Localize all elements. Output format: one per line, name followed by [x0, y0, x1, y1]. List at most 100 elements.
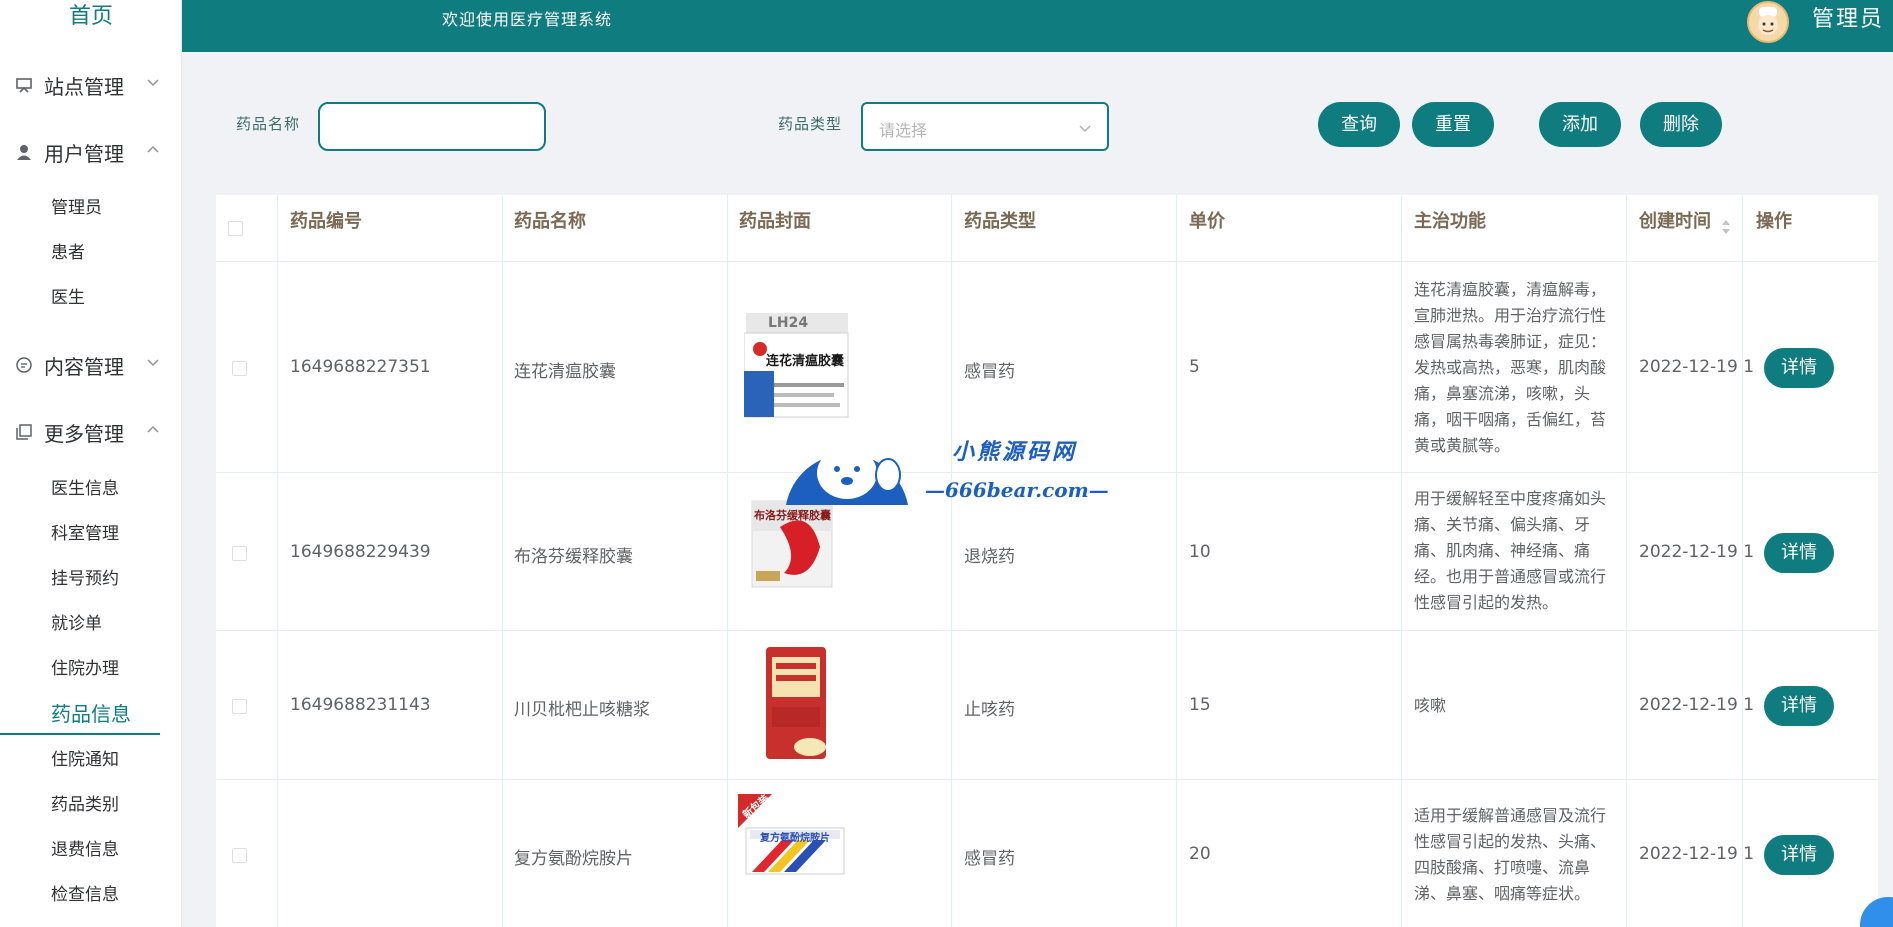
column-divider: [727, 195, 728, 927]
drug-cover-image: LH24 连花清瘟胶囊: [743, 313, 850, 419]
drug-id: 1649688231143: [290, 695, 431, 715]
message-icon: [14, 355, 34, 375]
chevron-down-icon: [147, 359, 159, 367]
created-time: 2022-12-19 1: [1639, 844, 1755, 864]
detail-button[interactable]: 详情: [1764, 348, 1834, 388]
drug-name: 复方氨酚烷胺片: [514, 849, 633, 869]
drug-type: 感冒药: [964, 849, 1015, 869]
row-divider: [216, 472, 1878, 473]
sidebar-home[interactable]: 首页: [0, 0, 182, 40]
chevron-up-icon: [147, 145, 159, 153]
sidebar-item-examination[interactable]: 检查信息: [0, 873, 182, 917]
row-checkbox[interactable]: [232, 546, 247, 561]
sidebar-group-content[interactable]: 内容管理: [0, 337, 182, 393]
column-header-type: 药品类型: [964, 211, 1036, 232]
drug-cover-image: 布洛芬缓释胶囊: [750, 497, 836, 589]
header-divider: [216, 261, 1878, 262]
drug-price: 10: [1189, 542, 1211, 562]
sidebar-item-refund[interactable]: 退费信息: [0, 828, 182, 872]
sidebar: 首页 站点管理 用户管理 管理员 患者 医生 内容管理 更多管理 医生信息 科室…: [0, 0, 182, 927]
delete-button[interactable]: 删除: [1640, 102, 1722, 147]
sidebar-item-drug-info[interactable]: 药品信息: [0, 692, 182, 736]
column-divider: [502, 195, 503, 927]
bear-logo-icon: [786, 437, 908, 505]
sidebar-item-doctor-info[interactable]: 医生信息: [0, 467, 182, 511]
chef-avatar-icon[interactable]: [1747, 1, 1789, 43]
sidebar-item-hospitalization[interactable]: 住院办理: [0, 647, 182, 691]
column-header-function: 主治功能: [1414, 211, 1486, 232]
sidebar-group-label: 更多管理: [44, 421, 124, 446]
add-button[interactable]: 添加: [1539, 102, 1621, 147]
drug-id: 1649688227351: [290, 357, 431, 377]
row-checkbox[interactable]: [232, 361, 247, 376]
detail-button[interactable]: 详情: [1764, 835, 1834, 875]
sidebar-item-appointment[interactable]: 挂号预约: [0, 557, 182, 601]
row-divider: [216, 630, 1878, 631]
sidebar-item-doctor[interactable]: 医生: [0, 276, 182, 320]
drug-id: 1649688229439: [290, 542, 431, 562]
user-name[interactable]: 管理员: [1812, 2, 1884, 38]
column-divider: [1176, 195, 1177, 927]
chevron-up-icon: [147, 425, 159, 433]
reset-button[interactable]: 重置: [1412, 102, 1494, 147]
sort-icon[interactable]: [1721, 218, 1731, 236]
query-button[interactable]: 查询: [1318, 102, 1400, 147]
drug-type: 退烧药: [964, 547, 1015, 567]
sidebar-group-user[interactable]: 用户管理: [0, 124, 182, 180]
drug-type-select[interactable]: 请选择: [861, 102, 1109, 151]
drug-cover-image: [758, 647, 834, 759]
column-divider: [1626, 195, 1627, 927]
column-divider: [277, 195, 278, 927]
chevron-down-icon: [147, 79, 159, 87]
sidebar-group-more[interactable]: 更多管理: [0, 404, 182, 460]
watermark-url: —666bear.com—: [925, 478, 1109, 502]
drug-function: 用于缓解轻至中度疼痛如头痛、关节痛、偏头痛、牙痛、肌肉痛、神经痛、痛经。也用于普…: [1414, 489, 1607, 612]
sidebar-item-hospital-notice[interactable]: 住院通知: [0, 738, 182, 782]
drug-name-input[interactable]: [318, 102, 546, 151]
drug-name: 川贝枇杷止咳糖浆: [514, 700, 650, 720]
drug-price: 15: [1189, 695, 1211, 715]
drug-function: 咳嗽: [1414, 696, 1447, 715]
column-divider: [951, 195, 952, 927]
sidebar-item-visit-record[interactable]: 就诊单: [0, 602, 182, 646]
sidebar-group-label: 内容管理: [44, 354, 124, 379]
drug-price: 20: [1189, 844, 1211, 864]
active-indicator: [0, 733, 160, 735]
sidebar-item-drug-category[interactable]: 药品类别: [0, 783, 182, 827]
watermark-title: 小熊源码网: [952, 439, 1078, 465]
chevron-down-icon: [1079, 125, 1091, 133]
drug-price: 5: [1189, 357, 1200, 377]
monitor-icon: [14, 75, 34, 95]
sidebar-group-label: 站点管理: [44, 74, 124, 99]
cover-text: 布洛芬缓释胶囊: [754, 509, 831, 522]
select-all-checkbox[interactable]: [228, 221, 243, 236]
drug-name: 布洛芬缓释胶囊: [514, 547, 633, 567]
row-checkbox[interactable]: [232, 699, 247, 714]
drug-type: 止咳药: [964, 700, 1015, 720]
drug-function: 适用于缓解普通感冒及流行性感冒引起的发热、头痛、四肢酸痛、打喷嚏、流鼻涕、鼻塞、…: [1414, 806, 1607, 903]
drug-type: 感冒药: [964, 362, 1015, 382]
drug-name: 连花清瘟胶囊: [514, 362, 616, 382]
created-time: 2022-12-19 1: [1639, 542, 1755, 562]
column-header-created[interactable]: 创建时间: [1639, 207, 1711, 233]
sidebar-item-department[interactable]: 科室管理: [0, 512, 182, 556]
column-header-name: 药品名称: [514, 211, 586, 232]
select-placeholder: 请选择: [879, 121, 928, 140]
drug-name-label: 药品名称: [236, 115, 301, 133]
sidebar-item-admin[interactable]: 管理员: [0, 186, 182, 230]
user-icon: [14, 142, 34, 162]
cover-top-text: LH24: [768, 315, 809, 331]
cover-text: 复方氨酚烷胺片: [760, 833, 830, 844]
detail-button[interactable]: 详情: [1764, 533, 1834, 573]
sidebar-item-patient[interactable]: 患者: [0, 231, 182, 275]
detail-button[interactable]: 详情: [1764, 686, 1834, 726]
column-header-price: 单价: [1189, 211, 1225, 232]
sidebar-group-site[interactable]: 站点管理: [0, 57, 182, 113]
app-root: 首页 站点管理 用户管理 管理员 患者 医生 内容管理 更多管理 医生信息 科室…: [0, 0, 1893, 927]
created-time: 2022-12-19 1: [1639, 695, 1755, 715]
drug-cover-image: 新包装 复方氨酚烷胺片: [738, 793, 848, 880]
row-checkbox[interactable]: [232, 848, 247, 863]
cover-text: 连花清瘟胶囊: [766, 354, 845, 369]
copy-icon: [14, 422, 34, 442]
drug-function: 连花清瘟胶囊，清瘟解毒，宣肺泄热。用于治疗流行性感冒属热毒袭肺证，症见：发热或高…: [1414, 280, 1607, 455]
